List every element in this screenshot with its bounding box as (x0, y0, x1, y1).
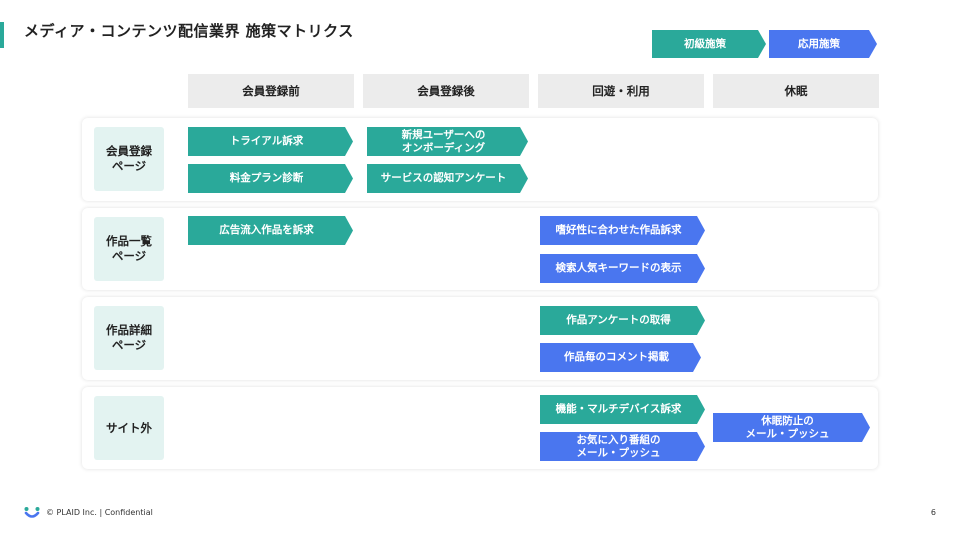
measure-new-user-onboarding: 新規ユーザーへの オンボーディング (367, 127, 528, 156)
measure-label: トライアル訴求 (229, 135, 304, 147)
measure-work-survey: 作品アンケートの取得 (540, 306, 705, 335)
row-label-work-detail-page: 作品詳細 ページ (94, 306, 164, 370)
row-label-line1: 作品一覧 (106, 234, 152, 248)
legend-advanced-measure: 応用施策 (769, 30, 877, 58)
measure-label: 検索人気キーワードの表示 (555, 262, 682, 274)
page-title: メディア・コンテンツ配信業界 施策マトリクス (24, 22, 354, 40)
measure-favorites-mail-push: お気に入り番組の メール・プッシュ (540, 432, 705, 461)
row-label-off-site: サイト外 (94, 396, 164, 460)
row-label-line2: ページ (111, 338, 147, 352)
measure-label: 広告流入作品を訴求 (219, 224, 314, 236)
measure-trial-appeal: トライアル訴求 (188, 127, 353, 156)
column-header-dormant: 休眠 (713, 74, 879, 108)
measure-popular-search-keywords: 検索人気キーワードの表示 (540, 254, 705, 283)
measure-multi-device-appeal: 機能・マルチデバイス訴求 (540, 395, 705, 424)
legend-basic-label: 初級施策 (684, 37, 726, 50)
measure-label-line1: 新規ユーザーへの (401, 128, 486, 141)
measure-label-line1: 休眠防止の (761, 414, 814, 427)
row-label-line1: 会員登録 (106, 144, 152, 158)
title-accent-bar (0, 22, 4, 48)
measure-label-line2: メール・プッシュ (745, 427, 830, 440)
footer-copyright: © PLAID Inc. | Confidential (46, 508, 153, 517)
measure-dormancy-prevention-mail-push: 休眠防止の メール・プッシュ (713, 413, 870, 442)
row-card-work-detail-page (82, 297, 878, 380)
row-label-line1: 作品詳細 (106, 323, 152, 337)
measure-service-awareness-survey: サービスの認知アンケート (367, 164, 528, 193)
column-header-post-registration: 会員登録後 (363, 74, 529, 108)
measure-label: 作品アンケートの取得 (566, 314, 671, 326)
measure-label-line2: メール・プッシュ (576, 446, 661, 459)
measure-ad-inflow-appeal: 広告流入作品を訴求 (188, 216, 353, 245)
measure-label: サービスの認知アンケート (380, 172, 507, 184)
column-header-browsing-usage: 回遊・利用 (538, 74, 704, 108)
row-label-line1: サイト外 (106, 420, 152, 435)
plaid-logo-icon (24, 505, 40, 524)
row-label-registration-page: 会員登録 ページ (94, 127, 164, 191)
measure-work-comments: 作品毎のコメント掲載 (540, 343, 701, 372)
legend-advanced-label: 応用施策 (798, 37, 840, 50)
measure-label: 作品毎のコメント掲載 (564, 351, 669, 363)
legend-basic-measure: 初級施策 (652, 30, 766, 58)
measure-price-plan-diagnosis: 料金プラン診断 (188, 164, 353, 193)
row-label-line2: ページ (111, 159, 147, 173)
row-label-line2: ページ (111, 249, 147, 263)
measure-label: 料金プラン診断 (229, 172, 304, 184)
measure-preference-matched-appeal: 嗜好性に合わせた作品訴求 (540, 216, 705, 245)
measure-label: 機能・マルチデバイス訴求 (555, 403, 682, 415)
measure-label-line2: オンボーディング (401, 141, 486, 154)
column-header-pre-registration: 会員登録前 (188, 74, 354, 108)
row-label-work-list-page: 作品一覧 ページ (94, 217, 164, 281)
page-number: 6 (930, 508, 936, 517)
measure-label: 嗜好性に合わせた作品訴求 (555, 224, 682, 236)
measure-label-line1: お気に入り番組の (576, 433, 661, 446)
